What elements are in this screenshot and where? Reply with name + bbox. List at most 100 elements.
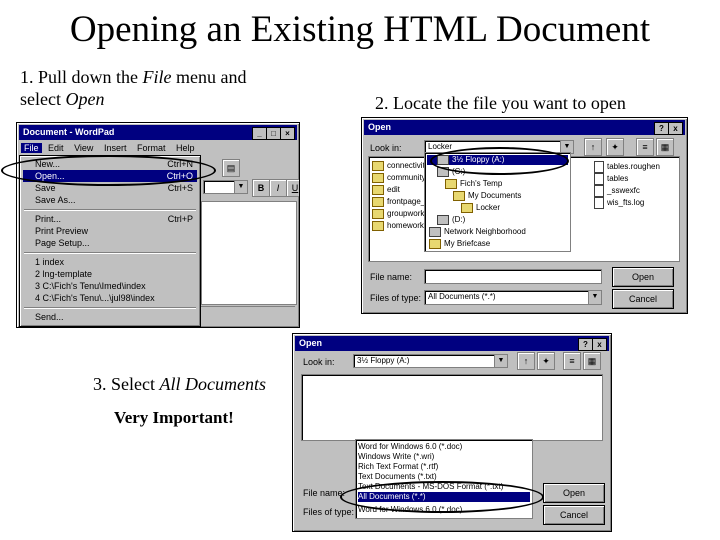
file-name: frontpage_ (387, 197, 426, 207)
look-in-value: Locker (428, 142, 453, 151)
list-item[interactable]: frontpage_ (372, 197, 425, 207)
menu-item-label: Print Preview (35, 226, 89, 236)
tree-item-locker[interactable]: Locker (461, 203, 500, 213)
list-item[interactable]: connectivity (372, 161, 429, 171)
menu-item-new[interactable]: New... Ctrl+N (23, 158, 197, 170)
details-view-icon[interactable]: ▦ (656, 138, 674, 156)
menu-item-label: Send... (35, 312, 64, 322)
list-item[interactable]: tables (594, 173, 628, 185)
type-option[interactable]: Text Documents - MS-DOS Format (*.txt) (358, 482, 503, 492)
underline-button[interactable]: U (286, 179, 299, 197)
tree-item-network[interactable]: Network Neighborhood (429, 227, 526, 237)
menu-item-save-as[interactable]: Save As... (23, 194, 197, 206)
menu-item-print-preview[interactable]: Print Preview (23, 225, 197, 237)
file-name: edit (387, 185, 400, 195)
file-name: wis_fts.log (607, 198, 645, 208)
step1-text-mid: menu and (171, 67, 247, 87)
open-button[interactable]: Open (612, 267, 674, 287)
menu-edit[interactable]: Edit (44, 143, 68, 153)
cancel-button[interactable]: Cancel (612, 289, 674, 309)
tree-item-briefcase[interactable]: My Briefcase (429, 239, 490, 249)
type-option-selected[interactable]: All Documents (*.*) (358, 492, 530, 502)
menu-item-recent-3[interactable]: 3 C:\Fich's Tenu\Imed\index (23, 280, 197, 292)
network-icon (429, 227, 441, 237)
look-in-select[interactable]: 3½ Floppy (A:) ▼ (353, 354, 508, 368)
tree-item-temp[interactable]: Fich's Temp (445, 179, 502, 189)
menu-item-save[interactable]: Save Ctrl+S (23, 182, 197, 194)
close-button[interactable]: × (280, 127, 295, 140)
menu-item-shortcut: Ctrl+O (166, 171, 193, 181)
tree-item-floppy[interactable]: 3½ Floppy (A:) (427, 155, 568, 166)
new-folder-icon[interactable]: ✦ (537, 352, 555, 370)
menu-item-print[interactable]: Print... Ctrl+P (23, 213, 197, 225)
menu-item-recent-2[interactable]: 2 lng-template (23, 268, 197, 280)
menu-item-shortcut: Ctrl+S (167, 183, 193, 193)
step1-file-word: File (142, 67, 172, 87)
menu-item-send[interactable]: Send... (23, 311, 197, 323)
menu-insert[interactable]: Insert (100, 143, 131, 153)
menu-item-recent-4[interactable]: 4 C:\Fich's Tenu\...\jul98\index (23, 292, 197, 304)
type-option[interactable]: Word for Windows 6.0 (*.doc) (358, 442, 462, 452)
menu-item-label: 4 C:\Fich's Tenu\...\jul98\index (35, 293, 155, 303)
menu-file[interactable]: File (21, 143, 42, 153)
help-button[interactable]: ? (654, 122, 669, 135)
new-folder-icon[interactable]: ✦ (606, 138, 624, 156)
open-dialog-1: Open ? x Look in: Locker ▼ ↑ ✦ ≡ ▦ connec… (361, 117, 688, 314)
bold-button[interactable]: B (252, 179, 270, 197)
menu-view[interactable]: View (70, 143, 97, 153)
tree-item-c[interactable]: (C:) (437, 167, 465, 177)
type-option[interactable]: Text Documents (*.txt) (358, 472, 437, 482)
list-item[interactable]: community (372, 173, 426, 183)
up-folder-icon[interactable]: ↑ (517, 352, 535, 370)
minimize-button[interactable]: _ (252, 127, 267, 140)
folder-icon (445, 179, 457, 189)
open-button[interactable]: Open (543, 483, 605, 503)
list-item[interactable]: tables.roughen (594, 161, 660, 173)
briefcase-icon (429, 239, 441, 249)
menu-help[interactable]: Help (172, 143, 199, 153)
file-name: _sswexfc (607, 186, 640, 196)
document-area[interactable] (201, 201, 297, 305)
files-of-type-label: Files of type: (303, 507, 355, 517)
chevron-down-icon: ▼ (494, 355, 507, 367)
menu-item-page-setup[interactable]: Page Setup... (23, 237, 197, 249)
type-option[interactable]: Word for Windows 6.0 (*.doc) (358, 505, 462, 515)
list-view-icon[interactable]: ≡ (563, 352, 581, 370)
list-item[interactable]: homework (372, 221, 424, 231)
files-of-type-select[interactable]: All Documents (*.*) ▼ (424, 290, 602, 305)
file-name-label: File name: (303, 488, 346, 498)
file-list[interactable] (301, 374, 603, 441)
menu-format[interactable]: Format (133, 143, 170, 153)
up-folder-icon[interactable]: ↑ (584, 138, 602, 156)
preview-icon[interactable]: ▤ (222, 159, 240, 177)
folder-icon (372, 173, 384, 183)
document-icon (594, 173, 604, 185)
italic-button[interactable]: I (269, 179, 287, 197)
type-option[interactable]: Windows Write (*.wri) (358, 452, 434, 462)
list-item[interactable]: edit (372, 185, 400, 195)
menu-item-open[interactable]: Open... Ctrl+O (23, 170, 197, 182)
file-name: groupwork (387, 209, 425, 219)
list-item[interactable]: groupwork (372, 209, 424, 219)
details-view-icon[interactable]: ▦ (583, 352, 601, 370)
step3-caption: 3. Select All Documents (93, 373, 266, 395)
menu-separator (24, 252, 196, 254)
file-name-input[interactable] (424, 269, 602, 284)
tree-label: (D:) (452, 215, 466, 225)
tree-item-my-documents[interactable]: My Documents (453, 191, 521, 201)
type-option[interactable]: Rich Text Format (*.rtf) (358, 462, 438, 472)
font-size-select[interactable]: ▼ (203, 180, 248, 194)
help-button[interactable]: ? (578, 338, 593, 351)
menu-item-label: 1 index (35, 257, 65, 267)
cancel-button[interactable]: Cancel (543, 505, 605, 525)
close-button[interactable]: x (668, 122, 683, 135)
menu-item-recent-1[interactable]: 1 index (23, 256, 197, 268)
maximize-button[interactable]: □ (266, 127, 281, 140)
list-view-icon[interactable]: ≡ (636, 138, 654, 156)
close-button[interactable]: x (592, 338, 607, 351)
files-of-type-value: All Documents (*.*) (428, 292, 496, 301)
tree-item-d[interactable]: (D:) (437, 215, 465, 225)
open-dialog-titlebar: Open ? x (364, 120, 685, 135)
list-item[interactable]: _sswexfc (594, 185, 640, 197)
list-item[interactable]: wis_fts.log (594, 197, 644, 209)
